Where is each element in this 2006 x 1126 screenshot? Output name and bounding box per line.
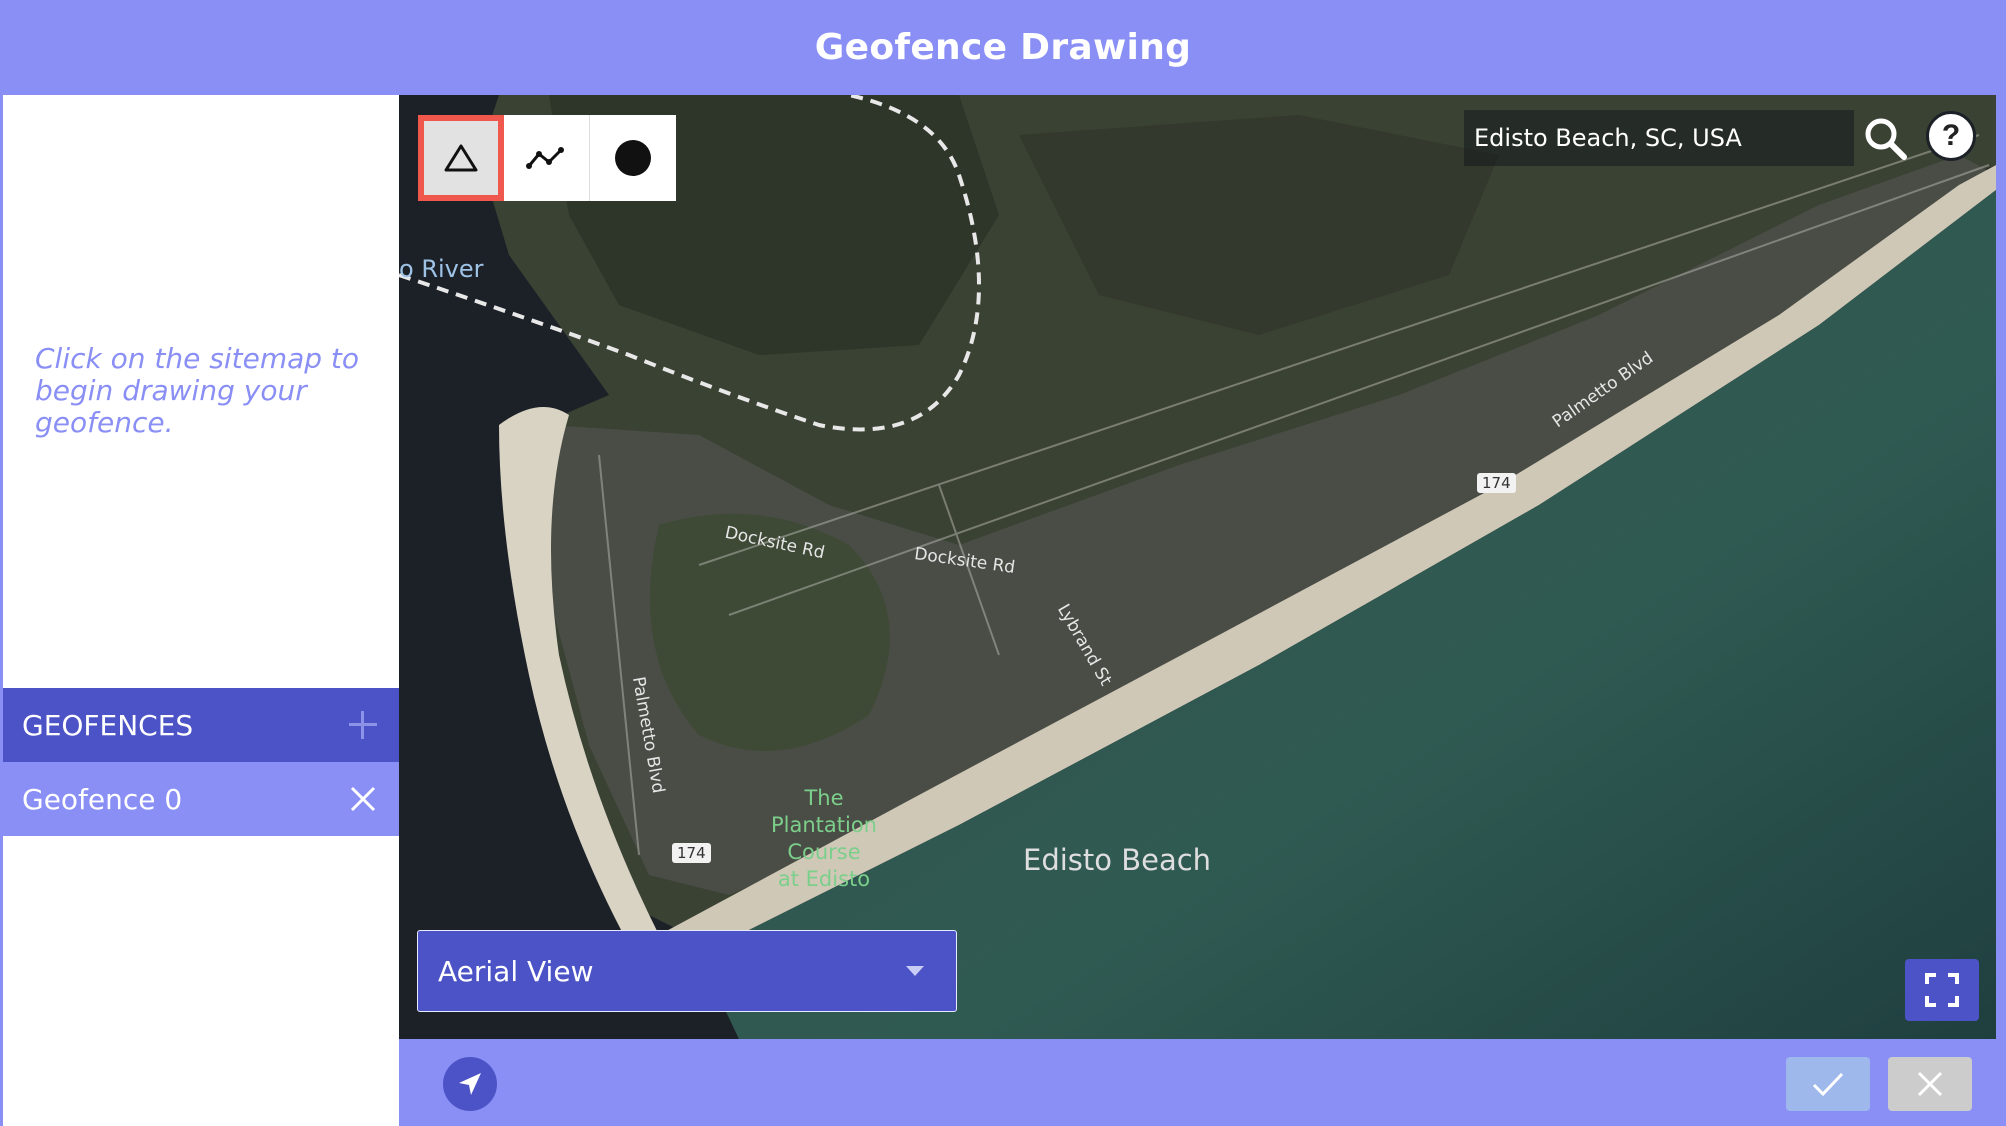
question-icon: ?	[1941, 119, 1961, 152]
search-button[interactable]	[1857, 110, 1913, 166]
dialog-title: Geofence Drawing	[814, 27, 1192, 68]
draw-circle-button[interactable]	[590, 115, 676, 201]
golf-course-label: The Plantation Course at Edisto	[749, 785, 899, 893]
search-icon	[1865, 118, 1907, 160]
golf-course-label-line: at Edisto	[777, 867, 871, 891]
add-geofence-icon[interactable]	[349, 711, 377, 739]
close-icon	[1917, 1071, 1943, 1097]
geofence-list-item[interactable]: Geofence 0	[3, 762, 399, 836]
route-shield: 174	[672, 843, 711, 863]
sidebar: Click on the sitemap to begin drawing yo…	[3, 95, 399, 1126]
locate-button[interactable]	[443, 1057, 497, 1111]
golf-course-label-line: Plantation	[770, 813, 877, 837]
fullscreen-button[interactable]	[1905, 959, 1979, 1021]
search-input[interactable]	[1472, 123, 1806, 153]
draw-polygon-button[interactable]	[418, 115, 504, 201]
golf-course-label-line: Course	[787, 840, 861, 864]
search-box	[1464, 110, 1854, 166]
drawing-toolbar	[418, 115, 676, 201]
map-label-river: o River	[399, 255, 484, 283]
chevron-down-icon	[906, 966, 924, 976]
triangle-icon	[444, 144, 477, 172]
geofences-header: GEOFENCES	[3, 688, 399, 762]
dialog-footer	[399, 1039, 1996, 1126]
map-view-value: Aerial View	[438, 954, 594, 988]
dialog-header: Geofence Drawing	[0, 0, 2006, 95]
polyline-icon	[525, 147, 564, 169]
golf-course-label-line: The	[804, 786, 844, 810]
map-label-town: Edisto Beach	[1023, 843, 1212, 877]
checkmark-icon	[1812, 1072, 1844, 1097]
cancel-button[interactable]	[1888, 1057, 1972, 1111]
remove-geofence-icon[interactable]	[349, 785, 377, 813]
circle-icon	[615, 140, 651, 176]
geofence-item-label: Geofence 0	[22, 782, 183, 816]
help-button[interactable]: ?	[1926, 111, 1976, 161]
geofences-label: GEOFENCES	[22, 708, 194, 742]
navigation-arrow-icon	[459, 1073, 481, 1095]
fullscreen-icon	[1925, 973, 1959, 1007]
drawing-hint: Click on the sitemap to begin drawing yo…	[35, 342, 360, 439]
route-shield: 174	[1477, 473, 1516, 493]
draw-polyline-button[interactable]	[504, 115, 590, 201]
map-canvas[interactable]: o River Docksite Rd Docksite Rd Lybrand …	[399, 95, 1996, 1039]
aerial-map-image	[399, 95, 1996, 1039]
map-view-select[interactable]: Aerial View	[417, 930, 957, 1012]
confirm-button[interactable]	[1786, 1057, 1870, 1111]
